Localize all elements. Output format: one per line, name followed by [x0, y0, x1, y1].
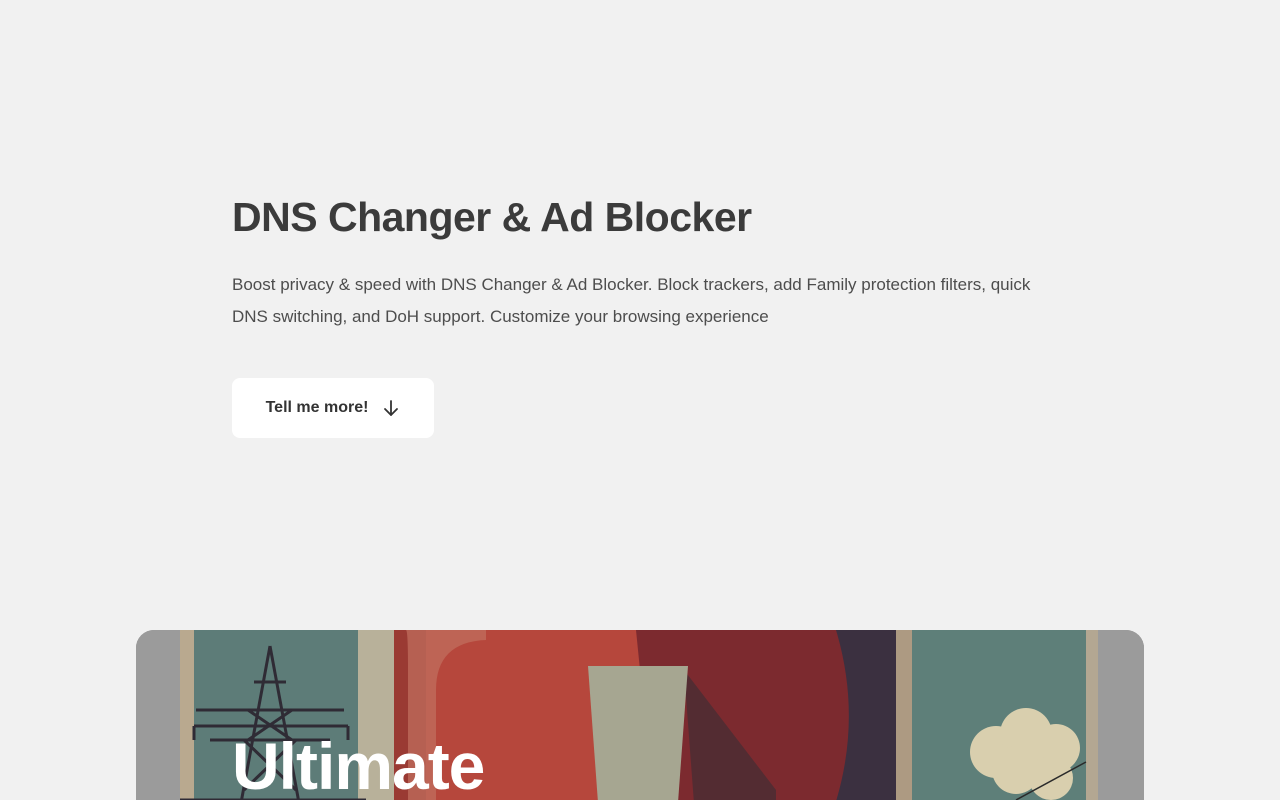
banner-title: Ultimate: [232, 729, 485, 800]
hero-section: DNS Changer & Ad Blocker Boost privacy &…: [232, 190, 1052, 333]
feature-banner: Ultimate: [136, 630, 1144, 800]
page: DNS Changer & Ad Blocker Boost privacy &…: [0, 0, 1280, 800]
tell-me-more-label: Tell me more!: [265, 399, 369, 416]
hero-description: Boost privacy & speed with DNS Changer &…: [232, 275, 1031, 326]
arrow-down-icon: [382, 399, 400, 417]
page-title: DNS Changer & Ad Blocker: [232, 194, 752, 240]
tell-me-more-button[interactable]: Tell me more!: [232, 378, 434, 438]
